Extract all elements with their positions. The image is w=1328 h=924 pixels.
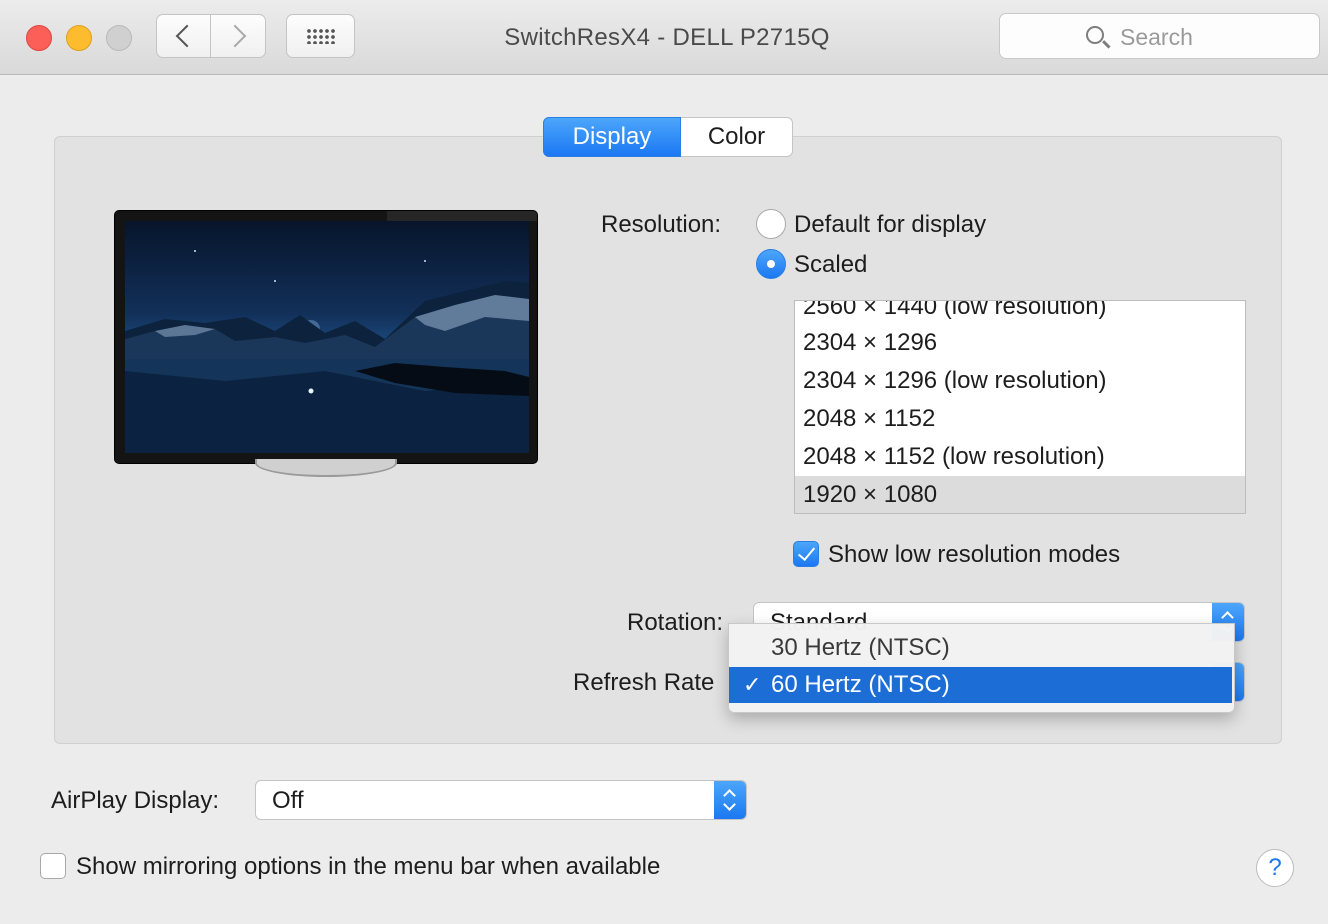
show-low-resolution-checkbox[interactable]	[793, 541, 819, 567]
search-placeholder: Search	[1120, 24, 1193, 50]
desktop-wallpaper	[125, 221, 529, 453]
refresh-rate-label: Refresh Rate	[573, 669, 715, 696]
forward-button[interactable]	[211, 14, 266, 58]
close-window-button[interactable]	[26, 25, 52, 51]
default-for-display-label[interactable]: Default for display	[794, 211, 986, 239]
list-item[interactable]: 2304 × 1296	[795, 324, 1245, 362]
list-item[interactable]: 2048 × 1152	[795, 400, 1245, 438]
mirroring-checkbox[interactable]	[40, 853, 66, 879]
airplay-value: Off	[272, 787, 304, 814]
refresh-rate-menu: 30 Hertz (NTSC) ✓ 60 Hertz (NTSC)	[728, 623, 1235, 713]
list-item-selected[interactable]: 1920 × 1080	[795, 476, 1245, 513]
updown-arrows-icon	[714, 781, 746, 819]
window-title: SwitchResX4 - DELL P2715Q	[504, 24, 830, 51]
tab-color[interactable]: Color	[681, 117, 793, 157]
airplay-label: AirPlay Display:	[51, 787, 220, 814]
list-item[interactable]: 2304 × 1296 (low resolution)	[795, 362, 1245, 400]
mirroring-label[interactable]: Show mirroring options in the menu bar w…	[76, 853, 660, 881]
resolution-list[interactable]: 2560 × 1440 (low resolution) 2304 × 1296…	[794, 300, 1246, 514]
list-item[interactable]: 2560 × 1440 (low resolution)	[795, 301, 1245, 326]
menu-item-30hz[interactable]: 30 Hertz (NTSC)	[729, 630, 1232, 666]
checkmark-icon: ✓	[743, 672, 762, 697]
monitor-image	[114, 210, 538, 464]
back-button[interactable]	[156, 14, 211, 58]
show-low-resolution-label[interactable]: Show low resolution modes	[828, 541, 1120, 569]
scaled-label[interactable]: Scaled	[794, 251, 867, 279]
minimize-window-button[interactable]	[66, 25, 92, 51]
menu-item-60hz[interactable]: ✓ 60 Hertz (NTSC)	[729, 667, 1232, 703]
zoom-window-button[interactable]	[106, 25, 132, 51]
tab-bar: Display Color	[543, 117, 793, 157]
search-field[interactable]: Search	[999, 13, 1320, 59]
chevron-right-icon	[223, 24, 247, 48]
default-for-display-radio[interactable]	[756, 209, 786, 239]
airplay-popup[interactable]: Off	[255, 780, 747, 820]
tab-display[interactable]: Display	[543, 117, 681, 157]
title-bar: SwitchResX4 - DELL P2715Q Search	[0, 0, 1328, 75]
chevron-left-icon	[175, 24, 199, 48]
menu-item-60hz-label: 60 Hertz (NTSC)	[771, 671, 950, 698]
resolution-label: Resolution:	[601, 211, 722, 238]
rotation-label: Rotation:	[627, 609, 724, 636]
search-icon	[1086, 26, 1104, 44]
grid-icon	[306, 28, 336, 44]
mountain-lake-image	[125, 250, 529, 453]
help-button[interactable]: ?	[1256, 849, 1294, 887]
scaled-radio[interactable]	[756, 249, 786, 279]
show-all-button[interactable]	[286, 14, 355, 58]
list-item[interactable]: 2048 × 1152 (low resolution)	[795, 438, 1245, 476]
